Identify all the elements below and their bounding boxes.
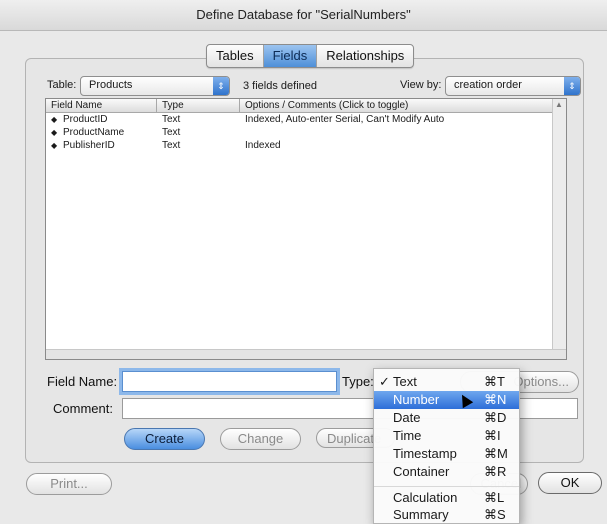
updown-arrows-icon: ⇕ [213,77,229,95]
menu-item-number[interactable]: Number ⌘N [374,391,519,409]
row-field-type: Text [162,140,181,151]
tab-bar: Tables Fields Relationships [206,44,415,68]
type-dropdown-menu[interactable]: ✓ Text ⌘T Number ⌘N Date ⌘D Time ⌘I Time… [373,368,520,524]
row-field-name: ProductName [63,127,125,138]
print-button[interactable]: Print... [26,473,112,495]
field-list[interactable]: Field Name Type Options / Comments (Clic… [45,98,567,360]
horizontal-scrollbar[interactable] [46,349,566,359]
view-by-select[interactable]: creation order ⇕ [445,76,581,96]
row-field-options: Indexed [245,140,281,151]
menu-separator [374,486,519,487]
field-name-label: Field Name: [47,374,118,389]
drag-handle-icon[interactable]: ◆ [51,141,57,150]
view-by-value: creation order [454,79,522,91]
fields-count: 3 fields defined [243,80,317,92]
drag-handle-icon[interactable]: ◆ [51,128,57,137]
window-title: Define Database for "SerialNumbers" [196,7,411,22]
row-field-type: Text [162,114,181,125]
menu-item-timestamp[interactable]: Timestamp ⌘M [374,445,519,463]
list-header: Field Name Type Options / Comments (Clic… [46,99,566,113]
row-field-name: PublisherID [63,140,115,151]
title-bar: Define Database for "SerialNumbers" [0,0,607,31]
tab-tables[interactable]: Tables [207,45,264,67]
table-row[interactable]: ◆ PublisherID Text Indexed [46,140,566,152]
menu-item-date[interactable]: Date ⌘D [374,409,519,427]
view-by-label: View by: [400,79,442,91]
scroll-up-icon[interactable]: ▲ [555,100,563,109]
menu-item-container[interactable]: Container ⌘R [374,463,519,481]
vertical-scrollbar[interactable]: ▲ [552,99,566,359]
menu-item-time[interactable]: Time ⌘I [374,427,519,445]
comment-label: Comment: [53,401,113,416]
checkmark-icon: ✓ [379,374,390,389]
create-button[interactable]: Create [124,428,205,450]
table-label: Table: [47,79,77,91]
row-field-options: Indexed, Auto-enter Serial, Can't Modify… [245,114,445,125]
row-field-type: Text [162,127,181,138]
drag-handle-icon[interactable]: ◆ [51,115,57,124]
tab-relationships[interactable]: Relationships [317,45,413,67]
table-select-value: Products [89,79,133,91]
change-button[interactable]: Change [220,428,301,450]
column-header-type[interactable]: Type [162,100,184,111]
table-select[interactable]: Products ⇕ [80,76,230,96]
menu-item-calculation[interactable]: Calculation ⌘L [374,489,519,507]
tab-fields[interactable]: Fields [263,45,318,67]
table-row[interactable]: ◆ ProductName Text [46,127,566,139]
ok-button[interactable]: OK [538,472,602,494]
menu-item-text[interactable]: ✓ Text ⌘T [374,373,519,391]
column-header-field-name[interactable]: Field Name [51,100,102,111]
row-field-name: ProductID [63,114,108,125]
menu-item-summary[interactable]: Summary ⌘S [374,506,519,524]
updown-arrows-icon: ⇕ [564,77,580,95]
type-label: Type: [342,374,374,389]
field-name-input[interactable] [122,371,337,392]
column-header-options[interactable]: Options / Comments (Click to toggle) [245,100,408,111]
table-row[interactable]: ◆ ProductID Text Indexed, Auto-enter Ser… [46,114,566,126]
